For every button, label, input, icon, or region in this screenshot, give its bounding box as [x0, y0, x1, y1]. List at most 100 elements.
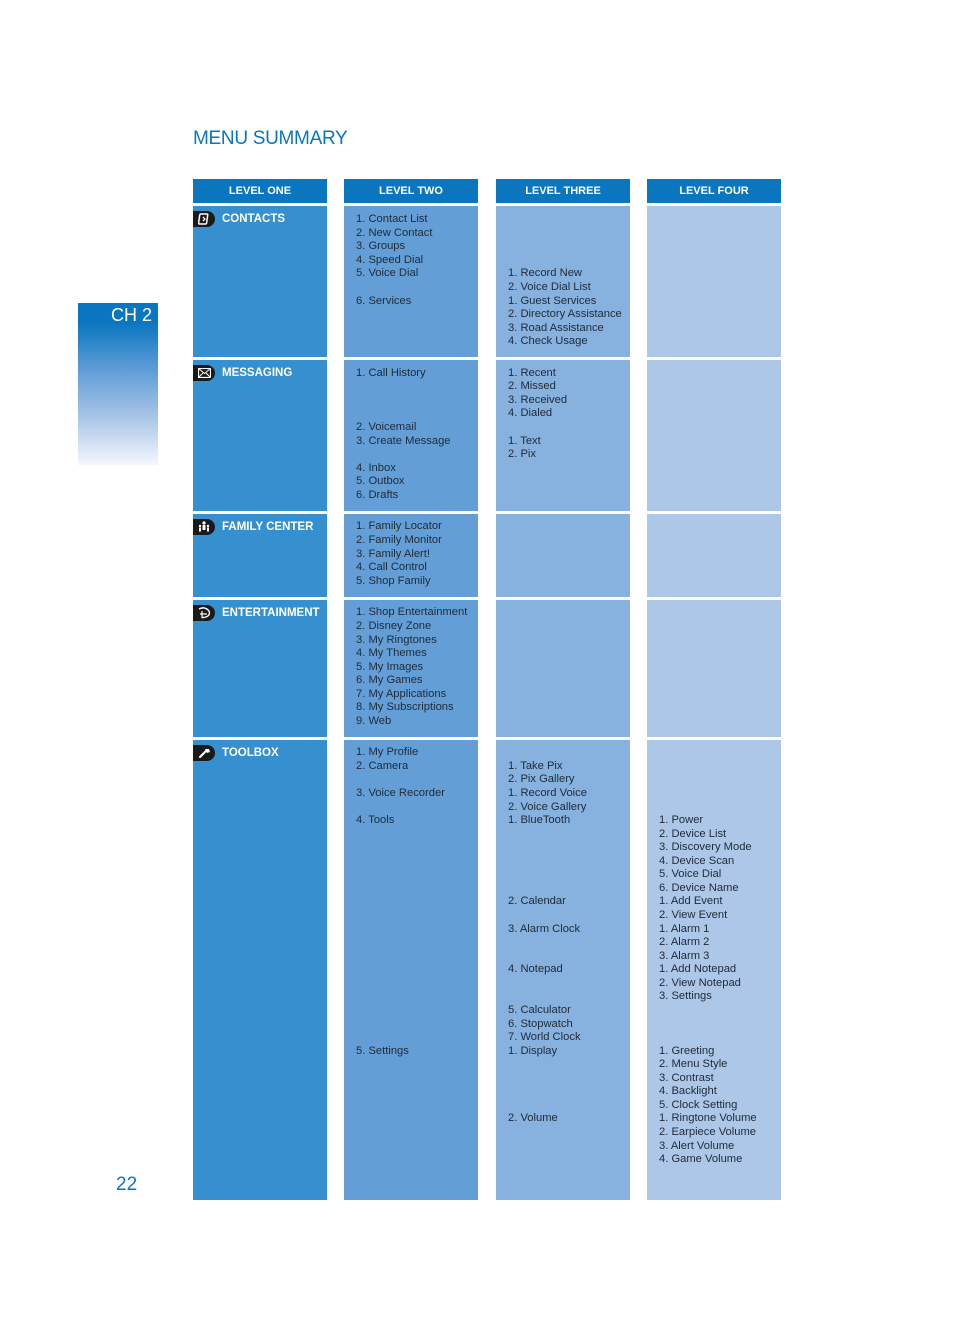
level-three-cell-entertainment [496, 600, 630, 737]
level-three-cell-messaging: 1. Recent 2. Missed 3. Received 4. Diale… [496, 360, 630, 511]
menu-item: 1. Display [508, 1045, 558, 1057]
menu-item: 1. Family Locator [356, 520, 442, 532]
level-one-cell-entertainment: ENTERTAINMENT [193, 600, 327, 737]
menu-item: 1. Add Notepad [659, 963, 737, 975]
disney-d-icon [193, 605, 215, 621]
menu-item: 2. Alarm 2 [659, 936, 710, 948]
column-header-level-three: LEVEL THREE [496, 179, 630, 203]
menu-item: 1. Add Event [659, 895, 723, 907]
menu-item: 3. Alarm 3 [659, 950, 710, 962]
menu-item: 1. My Profile [356, 746, 419, 758]
menu-item: 1. Take Pix [508, 760, 563, 772]
menu-item: 2. Pix Gallery [508, 773, 575, 785]
column-header-level-four: LEVEL FOUR [647, 179, 781, 203]
menu-item: 2. New Contact [356, 227, 433, 239]
menu-item: 1. Contact List [356, 213, 428, 225]
menu-item: 1. Ringtone Volume [659, 1112, 757, 1124]
menu-item: 1. Power [659, 814, 704, 826]
menu-item: 5. Voice Dial [356, 267, 419, 279]
menu-item: 6. Services [356, 295, 412, 307]
level-four-cell-contacts [647, 206, 781, 357]
level-one-cell-toolbox: TOOLBOX [193, 740, 327, 1200]
menu-item: 3. Voice Recorder [356, 787, 445, 799]
menu-item: 2. View Event [659, 909, 728, 921]
menu-item: 4. My Themes [356, 647, 427, 659]
menu-item: 6. Device Name [659, 882, 739, 894]
menu-item: 5. Voice Dial [659, 868, 722, 880]
menu-item: 3. Alarm Clock [508, 923, 581, 935]
menu-item: 6. Drafts [356, 489, 399, 501]
menu-item: 6. Stopwatch [508, 1018, 573, 1030]
menu-item: 2. Camera [356, 760, 409, 772]
level-three-cell-contacts: 1. Record New 2. Voice Dial List 1. Gues… [496, 206, 630, 357]
family-icon [193, 519, 215, 535]
level-three-cell-family-center [496, 514, 630, 597]
menu-item: 3. Discovery Mode [659, 841, 752, 853]
menu-item: 4. Device Scan [659, 855, 735, 867]
level-two-cell-toolbox: 1. My Profile 2. Camera 3. Voice Recorde… [344, 740, 478, 1200]
level-four-cell-entertainment [647, 600, 781, 737]
envelope-icon [193, 365, 215, 381]
menu-item: 3. Family Alert! [356, 548, 430, 560]
menu-item: 3. Received [508, 394, 568, 406]
menu-item: 8. My Subscriptions [356, 701, 454, 713]
menu-item: 2. Disney Zone [356, 620, 432, 632]
menu-item: 2. Device List [659, 828, 727, 840]
menu-item: 4. Call Control [356, 561, 427, 573]
menu-item: 1. Call History [356, 367, 426, 379]
menu-item: 1. Recent [508, 367, 556, 379]
menu-item: 4. Dialed [508, 407, 553, 419]
menu-item: 1. Alarm 1 [659, 923, 710, 935]
contacts-book-icon [193, 211, 215, 227]
section-label: TOOLBOX [222, 747, 279, 759]
menu-item: 3. Create Message [356, 435, 451, 447]
level-one-cell-contacts: CONTACTS [193, 206, 327, 357]
section-label: ENTERTAINMENT [222, 607, 320, 619]
menu-item: 5. Shop Family [356, 575, 431, 587]
level-four-cell-toolbox: 1. Power 2. Device List 3. Discovery Mod… [647, 740, 781, 1200]
menu-item: 1. Guest Services [508, 295, 597, 307]
menu-item: 2. Voicemail [356, 421, 417, 433]
menu-item: 3. Alert Volume [659, 1140, 735, 1152]
menu-item: 3. Settings [659, 990, 712, 1002]
menu-item: 3. Road Assistance [508, 322, 604, 334]
wrench-icon [193, 745, 215, 761]
menu-item: 1. Shop Entertainment [356, 606, 468, 618]
level-two-cell-entertainment: 1. Shop Entertainment 2. Disney Zone 3. … [344, 600, 478, 737]
menu-item: 2. Calendar [508, 895, 566, 907]
menu-item: 7. My Applications [356, 688, 447, 700]
level-two-cell-messaging: 1. Call History 2. Voicemail 3. Create M… [344, 360, 478, 511]
level-three-cell-toolbox: 1. Take Pix 2. Pix Gallery 1. Record Voi… [496, 740, 630, 1200]
menu-item: 2. Pix [508, 448, 536, 460]
menu-item: 2. Menu Style [659, 1058, 728, 1070]
menu-item: 1. Text [508, 435, 541, 447]
menu-item: 5. My Images [356, 661, 424, 673]
menu-item: 4. Tools [356, 814, 395, 826]
menu-item: 4. Inbox [356, 462, 396, 474]
menu-item: 1. Record New [508, 267, 582, 279]
menu-item: 2. View Notepad [659, 977, 741, 989]
menu-item: 2. Missed [508, 380, 556, 392]
menu-item: 5. Clock Setting [659, 1099, 738, 1111]
page-title: MENU SUMMARY [193, 128, 348, 149]
menu-item: 2. Volume [508, 1112, 558, 1124]
section-label: CONTACTS [222, 213, 286, 225]
menu-item: 5. Calculator [508, 1004, 571, 1016]
level-one-cell-family-center: FAMILY CENTER [193, 514, 327, 597]
column-header-level-two: LEVEL TWO [344, 179, 478, 203]
column-header-level-one: LEVEL ONE [193, 179, 327, 203]
menu-item: 3. My Ringtones [356, 634, 437, 646]
level-two-cell-family-center: 1. Family Locator 2. Family Monitor 3. F… [344, 514, 478, 597]
menu-item: 4. Backlight [659, 1085, 717, 1097]
menu-item: 2. Earpiece Volume [659, 1126, 757, 1138]
menu-item: 1. BlueTooth [508, 814, 571, 826]
chapter-label: CH 2 [110, 305, 152, 325]
section-label: MESSAGING [222, 367, 293, 379]
menu-item: 9. Web [356, 715, 392, 727]
menu-item: 4. Check Usage [508, 335, 588, 347]
menu-item: 1. Record Voice [508, 787, 587, 799]
menu-item: 2. Voice Gallery [508, 801, 587, 813]
menu-item: 6. My Games [356, 674, 423, 686]
chapter-tab: CH 2 [78, 303, 158, 465]
menu-item: 7. World Clock [508, 1031, 581, 1043]
